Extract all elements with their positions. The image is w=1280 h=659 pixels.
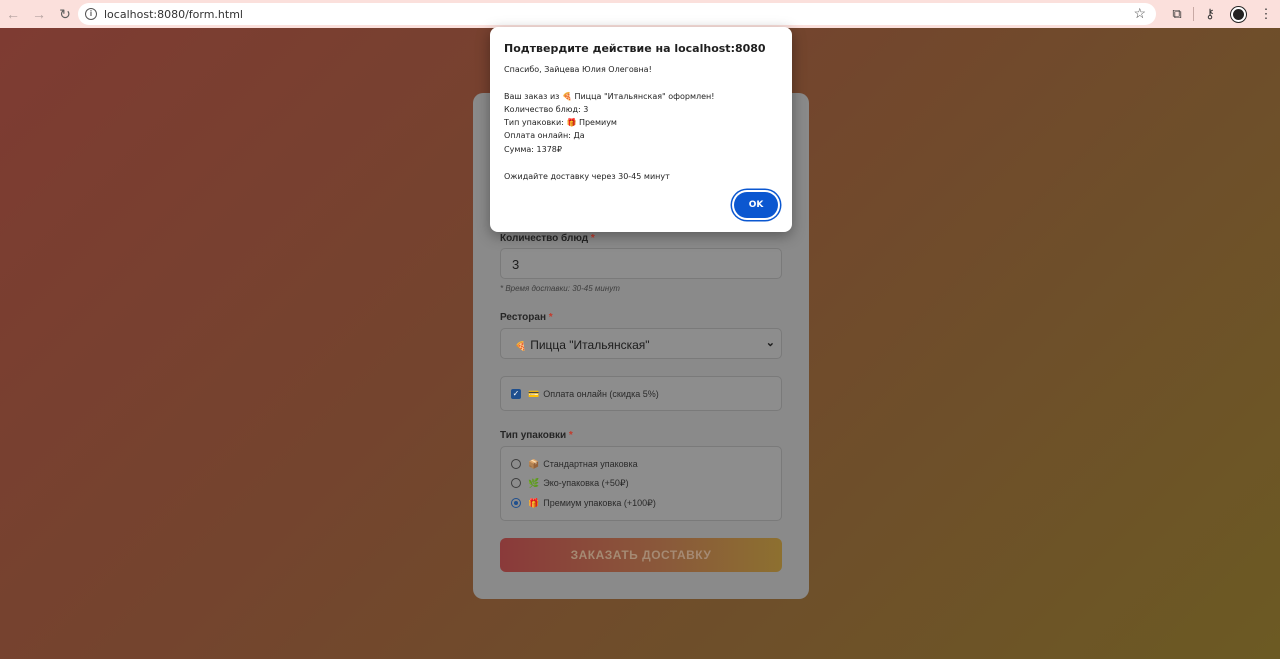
packaging-group: 📦 Стандартная упаковка 🌿 Эко-упаковка (+50… [500,446,782,521]
restaurant-select[interactable]: 🍕 Пицца "Итальянская" ⌄ [500,328,782,359]
ok-button[interactable]: OK [734,192,778,218]
delivery-hint: * Время доставки: 30-45 минут [500,284,620,293]
online-payment-box[interactable]: ✓ 💳 Оплата онлайн (скидка 5%) [500,376,782,411]
quantity-label: Количество блюд * [500,233,595,244]
arrow-right-icon: → [32,6,46,22]
quantity-input[interactable]: 3 [500,248,782,279]
credit-card-icon: 💳 [528,389,540,399]
profile-button[interactable] [1224,0,1252,28]
gift-icon: 🎁 [528,498,540,508]
puzzle-icon: ⧉ [1172,6,1182,21]
packaging-option-standard[interactable]: 📦 Стандартная упаковка [528,459,638,470]
password-manager-button[interactable]: ⚷ [1196,0,1224,28]
bookmark-star-icon[interactable]: ☆ [1133,5,1146,22]
back-button[interactable]: ← [0,1,26,27]
packaging-radio-premium[interactable] [511,498,521,508]
extensions-button[interactable]: ⧉ [1163,0,1191,28]
dialog-title: Подтвердите действие на localhost:8080 [504,42,766,55]
arrow-left-icon: ← [6,6,20,22]
reload-icon: ↻ [59,5,71,22]
order-delivery-button[interactable]: ЗАКАЗАТЬ ДОСТАВКУ [500,538,782,572]
packaging-radio-eco[interactable] [511,478,521,488]
packaging-radio-standard[interactable] [511,459,521,469]
online-payment-checkbox[interactable]: ✓ [511,389,521,399]
dialog-line: Ваш заказ из 🍕 Пицца "Итальянская" оформ… [504,92,715,101]
dialog-line: Количество блюд: 3 [504,105,589,114]
packaging-option-eco[interactable]: 🌿 Эко-упаковка (+50₽) [528,478,629,489]
package-icon: 📦 [528,459,540,469]
online-payment-label: 💳 Оплата онлайн (скидка 5%) [528,389,659,399]
toolbar-divider [1193,7,1194,21]
packaging-option-premium[interactable]: 🎁 Премиум упаковка (+100₽) [528,498,656,509]
key-icon: ⚷ [1205,6,1215,21]
dialog-line: Ожидайте доставку через 30-45 минут [504,172,670,181]
restaurant-selected: 🍕 Пицца "Итальянская" [515,338,650,352]
browser-toolbar: ← → ↻ i localhost:8080/form.html ☆ ⧉ ⚷ ⋮ [0,0,1280,28]
address-bar[interactable]: i localhost:8080/form.html ☆ [78,3,1156,25]
confirm-dialog: Подтвердите действие на localhost:8080 С… [490,27,792,232]
chevron-down-icon: ⌄ [765,337,775,349]
packaging-label: Тип упаковки * [500,430,573,441]
menu-button[interactable]: ⋮ [1252,0,1280,28]
site-info-icon[interactable]: i [85,8,97,20]
dialog-line: Тип упаковки: 🎁 Премиум [504,118,617,127]
leaf-icon: 🌿 [528,478,540,488]
quantity-value: 3 [512,257,520,272]
kebab-menu-icon: ⋮ [1259,6,1273,21]
dialog-line: Сумма: 1378₽ [504,145,562,154]
restaurant-label: Ресторан * [500,312,553,323]
pizza-icon: 🍕 [515,341,527,351]
dialog-line: Спасибо, Зайцева Юлия Олеговна! [504,65,652,74]
dialog-line: Оплата онлайн: Да [504,131,585,140]
forward-button[interactable]: → [26,1,52,27]
url-text: localhost:8080/form.html [104,7,243,21]
avatar [1230,6,1246,22]
reload-button[interactable]: ↻ [52,1,78,27]
